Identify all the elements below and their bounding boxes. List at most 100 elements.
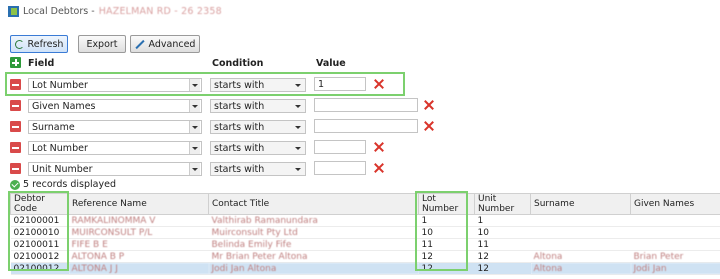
chevron-down-icon[interactable] [189,100,200,112]
cell-contact-title: Jodi Jan Altona [208,262,419,275]
col-contact-title[interactable]: Contact Title [208,193,419,215]
cell-reference-name: RAMKALINOMMA V [68,214,209,227]
filter-field-value: Surname [32,121,75,133]
cell-reference-name: FIFE B E [68,238,209,251]
cell-debtor-code: 02100011 [10,238,69,251]
filter-value-input[interactable] [314,140,366,154]
col-lot-number[interactable]: Lot Number [418,193,475,215]
filter-field-select[interactable]: Lot Number [28,78,202,92]
filter-value-input[interactable] [314,119,418,133]
chevron-down-icon [295,147,301,150]
cell-reference-name: ALTONA B P [68,250,209,263]
chevron-down-icon[interactable] [189,121,200,133]
remove-filter-icon[interactable] [10,121,21,132]
add-filter-icon[interactable] [10,57,21,68]
cell-contact-title: Valthirab Ramanundara [208,214,419,227]
cell-debtor-code: 02100012 [10,250,69,263]
value-header: Value [316,58,346,69]
cell-given-names: Jodi Jan [630,262,720,275]
clear-value-icon[interactable] [424,121,434,131]
table-row[interactable]: 02100010 MUIRCONSULT P/L Muirconsult Pty… [10,226,720,239]
filter-field-value: Lot Number [32,142,88,154]
cell-unit-number: 10 [474,226,531,239]
window-title: Local Debtors - [23,5,95,17]
filter-condition-select[interactable]: starts with [210,78,306,92]
remove-filter-icon[interactable] [10,142,21,153]
chevron-down-icon[interactable] [189,163,200,175]
filter-field-value: Lot Number [32,79,88,91]
records-status: 5 records displayed [10,179,116,190]
filter-condition-select[interactable]: starts with [210,141,306,155]
clear-value-icon[interactable] [374,163,384,173]
table-row[interactable]: 02100011 FIFE B E Belinda Emily Fife 11 … [10,238,720,251]
cell-lot-number: 10 [418,226,475,239]
check-icon [10,179,20,190]
filter-condition-value: starts with [214,121,265,133]
filter-value-input[interactable] [314,98,418,112]
advanced-label: Advanced [148,38,196,50]
cell-surname [530,226,631,239]
cell-surname [530,238,631,251]
condition-header: Condition [212,58,264,69]
filter-value-input[interactable]: 1 [314,77,366,91]
clear-value-icon[interactable] [374,142,384,152]
cell-surname [530,214,631,227]
refresh-label: Refresh [27,38,64,50]
col-surname[interactable]: Surname [530,193,631,215]
cell-reference-name: MUIRCONSULT P/L [68,226,209,239]
col-given-names[interactable]: Given Names [630,193,720,215]
chevron-down-icon[interactable] [189,142,200,154]
table-row[interactable]: 02100001 RAMKALINOMMA V Valthirab Ramanu… [10,214,720,227]
col-unit-number[interactable]: Unit Number [474,193,531,215]
col-debtor-code[interactable]: Debtor Code [10,193,69,215]
filter-condition-select[interactable]: starts with [210,162,306,176]
chevron-down-icon [295,105,301,108]
remove-filter-icon[interactable] [10,79,21,90]
table-header-row: Debtor Code Reference Name Contact Title… [10,193,720,215]
advanced-button[interactable]: Advanced [130,35,200,53]
remove-filter-icon[interactable] [10,163,21,174]
filter-field-value: Given Names [32,100,96,112]
app-icon [8,5,19,17]
cell-reference-name: ALTONA J J [68,262,209,275]
cell-surname: Altona [530,262,631,275]
filter-field-select[interactable]: Unit Number [28,162,202,176]
results-table: Debtor Code Reference Name Contact Title… [10,193,720,275]
cell-lot-number: 12 [418,262,475,275]
cell-contact-title: Belinda Emily Fife [208,238,419,251]
cell-lot-number: 1 [418,214,475,227]
filter-condition-select[interactable]: starts with [210,99,306,113]
export-button[interactable]: Export [78,35,126,53]
wrench-icon [135,39,145,49]
filter-condition-value: starts with [214,163,265,175]
cell-unit-number: 1 [474,214,531,227]
filter-value-input[interactable] [314,161,366,175]
filter-condition-value: starts with [214,100,265,112]
chevron-down-icon[interactable] [189,79,200,91]
chevron-down-icon [295,126,301,129]
filter-field-select[interactable]: Lot Number [28,141,202,155]
refresh-icon [14,39,24,49]
filter-field-select[interactable]: Surname [28,120,202,134]
filter-condition-value: starts with [214,79,265,91]
cell-surname: Altona [530,250,631,263]
col-reference-name[interactable]: Reference Name [68,193,209,215]
clear-value-icon[interactable] [424,100,434,110]
chevron-down-icon [295,168,301,171]
refresh-button[interactable]: Refresh [10,35,68,53]
cell-lot-number: 12 [418,250,475,263]
filter-field-select[interactable]: Given Names [28,99,202,113]
filter-condition-select[interactable]: starts with [210,120,306,134]
cell-debtor-code: 02100001 [10,214,69,227]
remove-filter-icon[interactable] [10,100,21,111]
cell-given-names: Brian Peter [630,250,720,263]
table-row[interactable]: 02100012 ALTONA B P Mr Brian Peter Alton… [10,250,720,263]
clear-value-icon[interactable] [374,79,384,89]
export-label: Export [86,38,118,50]
cell-debtor-code: 02100010 [10,226,69,239]
cell-given-names [630,214,720,227]
cell-given-names [630,226,720,239]
cell-lot-number: 11 [418,238,475,251]
filter-condition-value: starts with [214,142,265,154]
table-row[interactable]: 02100012 ALTONA J J Jodi Jan Altona 12 1… [10,262,720,275]
